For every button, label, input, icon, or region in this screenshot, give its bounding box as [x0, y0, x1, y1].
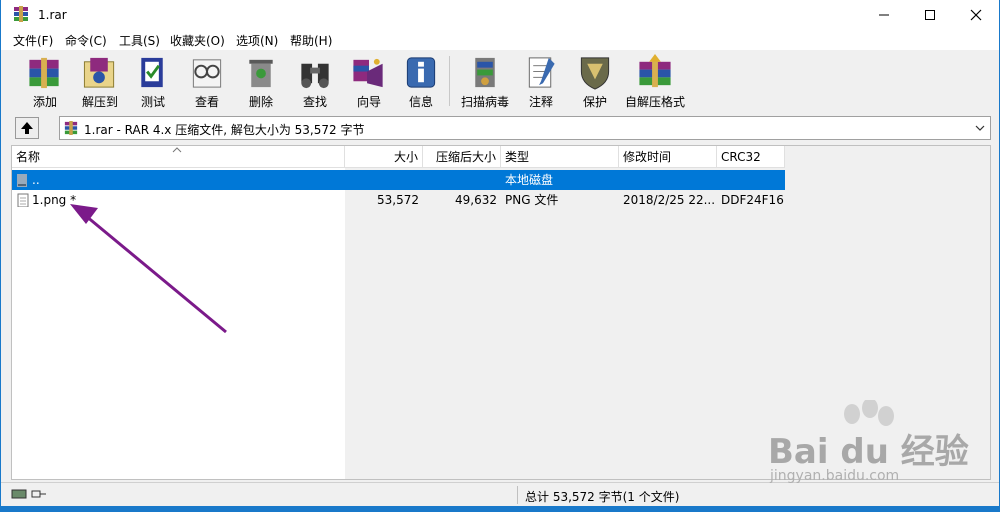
- watermark-url: jingyan.baidu.com: [770, 468, 900, 484]
- watermark-brand: Bai du 经验: [768, 432, 969, 472]
